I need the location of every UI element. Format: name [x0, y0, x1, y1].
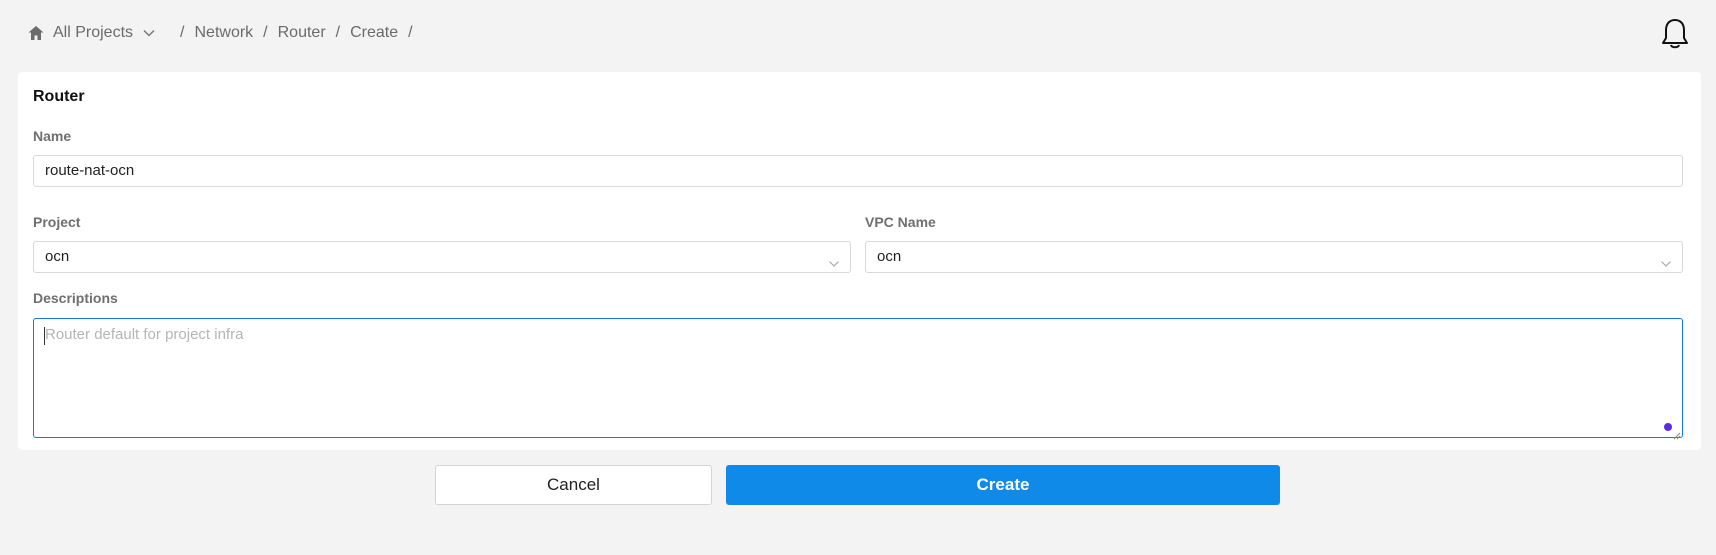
chevron-down-icon: [828, 251, 840, 267]
home-icon[interactable]: [27, 24, 45, 42]
chevron-down-icon[interactable]: [142, 26, 156, 40]
project-selector[interactable]: All Projects: [53, 24, 133, 42]
name-value: route-nat-ocn: [45, 162, 135, 179]
cancel-button[interactable]: Cancel: [435, 465, 712, 505]
form-title: Router: [33, 88, 85, 105]
breadcrumb: All Projects / Network / Router / Create…: [27, 22, 423, 44]
project-select[interactable]: ocn: [33, 241, 851, 273]
breadcrumb-separator: /: [263, 24, 268, 41]
descriptions-textarea[interactable]: Router default for project infra: [33, 318, 1683, 440]
breadcrumb-separator: /: [335, 24, 341, 41]
bell-icon[interactable]: [1660, 17, 1690, 51]
vpc-value: ocn: [877, 248, 902, 265]
breadcrumb-separator: /: [180, 24, 185, 41]
breadcrumb-separator: /: [408, 24, 413, 41]
assistant-dot-icon[interactable]: [1664, 423, 1672, 431]
vpc-select[interactable]: ocn: [865, 241, 1683, 273]
descriptions-label: Descriptions: [33, 290, 118, 306]
name-label: Name: [33, 128, 72, 144]
breadcrumb-router[interactable]: Router: [278, 24, 326, 42]
breadcrumb-create: Create: [350, 24, 399, 41]
resize-handle-icon[interactable]: [1672, 427, 1681, 440]
text-caret: [44, 327, 45, 345]
name-input[interactable]: route-nat-ocn: [33, 155, 1683, 187]
vpc-label: VPC Name: [865, 214, 936, 230]
create-button[interactable]: Create: [726, 465, 1280, 505]
project-value: ocn: [45, 248, 70, 265]
chevron-down-icon: [1660, 251, 1672, 267]
router-form-card: Router Name route-nat-ocn Project ocn VP…: [18, 72, 1701, 450]
top-bar: All Projects / Network / Router / Create…: [0, 0, 1716, 66]
breadcrumb-network[interactable]: Network: [194, 24, 253, 42]
project-label: Project: [33, 214, 81, 230]
descriptions-placeholder: Router default for project infra: [45, 326, 244, 343]
